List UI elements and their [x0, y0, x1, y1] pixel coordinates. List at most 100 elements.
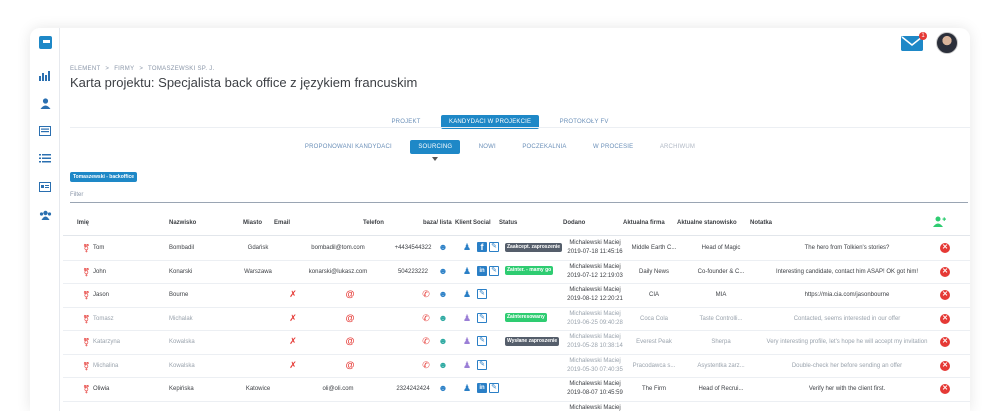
chart-icon[interactable]: [38, 70, 52, 82]
client-user-icon[interactable]: ♟: [459, 355, 475, 378]
first-name[interactable]: Michalina: [93, 355, 163, 378]
column-header[interactable]: Miasto: [243, 220, 262, 226]
subtab-poczekalnia[interactable]: POCZEKALNIA: [514, 140, 574, 154]
note[interactable]: [759, 402, 935, 411]
edit-icon[interactable]: ✎: [477, 359, 487, 370]
column-header[interactable]: Klient: [455, 220, 472, 226]
breadcrumb-item[interactable]: ELEMENT: [70, 66, 100, 72]
first-name[interactable]: Katarzyna: [93, 331, 163, 354]
table-row[interactable]: ⚧ John Konarski Warszawa konarski@lukasz…: [63, 261, 970, 284]
edit-icon[interactable]: ✎: [477, 336, 487, 347]
phone[interactable]: 504223222: [383, 261, 443, 284]
column-header[interactable]: Telefon: [363, 220, 384, 226]
database-user-icon[interactable]: ☻: [435, 331, 451, 354]
column-header[interactable]: Aktualne stanowisko: [677, 220, 737, 226]
delete-icon[interactable]: ✕: [940, 290, 950, 300]
client-user-icon[interactable]: ♟: [459, 331, 475, 354]
no-email-icon[interactable]: @: [335, 355, 365, 378]
user-avatar[interactable]: [936, 32, 958, 54]
delete-icon[interactable]: ✕: [940, 384, 950, 394]
last-name[interactable]: [169, 402, 239, 411]
no-email-icon[interactable]: @: [335, 284, 365, 307]
table-row[interactable]: ⚧ Michalina Kowalska ✗ @ ✆ ☻ ♟ ✎ Michale…: [63, 355, 970, 378]
client-user-icon[interactable]: ♟: [459, 308, 475, 331]
database-user-icon[interactable]: ☻: [435, 308, 451, 331]
edit-icon[interactable]: ✎: [489, 242, 499, 253]
subtab-nowi[interactable]: NOWI: [471, 140, 504, 154]
table-row[interactable]: ⚧ Tom Bombadil Gdańsk bombadil@tom.com +…: [63, 237, 970, 261]
database-user-icon[interactable]: ☻: [435, 378, 451, 401]
linkedin-icon[interactable]: in: [477, 265, 487, 276]
first-name[interactable]: [93, 402, 163, 411]
linkedin-icon[interactable]: in: [477, 383, 487, 394]
add-candidate-icon[interactable]: [933, 216, 947, 228]
delete-icon[interactable]: ✕: [940, 266, 950, 277]
status-badge[interactable]: Zaakcept. zaproszenie: [505, 242, 563, 252]
last-name[interactable]: Michalak: [169, 308, 239, 331]
status-badge[interactable]: Wysłane zaproszenie: [505, 336, 560, 346]
first-name[interactable]: Tom: [93, 237, 163, 260]
last-name[interactable]: Bombadil: [169, 237, 239, 260]
id-card-icon[interactable]: [38, 182, 52, 194]
subtab-sourcing[interactable]: SOURCING: [410, 140, 461, 161]
note[interactable]: https://mia.cia.com/jasonbourne: [759, 284, 935, 307]
edit-icon[interactable]: ✎: [489, 265, 499, 276]
note[interactable]: The hero from Tolkien's stories?: [759, 237, 935, 260]
phone[interactable]: 2324242424: [383, 378, 443, 401]
first-name[interactable]: John: [93, 261, 163, 284]
first-name[interactable]: Jason: [93, 284, 163, 307]
client-user-icon[interactable]: ♟: [459, 237, 475, 260]
delete-icon[interactable]: ✕: [940, 243, 950, 253]
status-badge[interactable]: Zainteresowany: [505, 313, 547, 323]
no-email-icon[interactable]: @: [335, 331, 365, 354]
project-tag[interactable]: Tomaszewski - backoffice: [70, 172, 138, 182]
column-header[interactable]: Notatka: [750, 220, 772, 226]
note[interactable]: Contacted, seems interested in our offer: [759, 308, 935, 331]
delete-icon[interactable]: ✕: [940, 313, 950, 324]
breadcrumb-item[interactable]: FIRMY: [114, 66, 134, 72]
database-user-icon[interactable]: ☻: [435, 261, 451, 284]
table-row[interactable]: ⚧ Tomasz Michalak ✗ @ ✆ ☻ ♟ ✎ Zaintereso…: [63, 308, 970, 331]
email[interactable]: oli@oli.com: [298, 378, 378, 401]
breadcrumb-item[interactable]: TOMASZEWSKI SP. J.: [148, 66, 215, 72]
user-icon[interactable]: [38, 98, 52, 110]
table-row[interactable]: ⚧ Katarzyna Kowalska ✗ @ ✆ ☻ ♟ ✎ Wysłane…: [63, 331, 970, 355]
database-user-icon[interactable]: ☻: [435, 284, 451, 307]
list-icon[interactable]: [38, 153, 52, 165]
subtab-archiwum[interactable]: ARCHIWUM: [652, 140, 703, 154]
last-name[interactable]: Konarski: [169, 261, 239, 284]
no-email-icon[interactable]: @: [335, 308, 365, 331]
status-badge[interactable]: Zainter. - mamy go: [505, 266, 554, 276]
first-name[interactable]: Oliwia: [93, 378, 163, 401]
last-name[interactable]: Kowalska: [169, 355, 239, 378]
first-name[interactable]: Tomasz: [93, 308, 163, 331]
email[interactable]: [298, 402, 378, 411]
edit-icon[interactable]: ✎: [477, 312, 487, 323]
group-icon[interactable]: [38, 210, 52, 222]
subtab-w-procesie[interactable]: W PROCESIE: [585, 140, 641, 154]
column-header[interactable]: Email: [274, 220, 290, 226]
client-user-icon[interactable]: ♟: [459, 378, 475, 401]
client-user-icon[interactable]: ♟: [459, 284, 475, 307]
client-user-icon[interactable]: ♟: [459, 261, 475, 284]
column-header[interactable]: baza/ lista: [423, 220, 452, 226]
edit-icon[interactable]: ✎: [477, 289, 487, 300]
last-name[interactable]: Bourne: [169, 284, 239, 307]
database-user-icon[interactable]: ☻: [435, 237, 451, 260]
note[interactable]: Interesting candidate, contact him ASAP!…: [759, 261, 935, 284]
column-header[interactable]: Aktualna firma: [623, 220, 665, 226]
last-name[interactable]: Kowalska: [169, 331, 239, 354]
note[interactable]: Verify her with the client first.: [759, 378, 935, 401]
subtab-proponowani[interactable]: PROPONOWANI KANDYDACI: [297, 140, 400, 154]
table-row[interactable]: ⚧ Oliwia Kepińska Katowice oli@oli.com 2…: [63, 378, 970, 402]
table-row[interactable]: ⚧ Jason Bourne ✗ @ ✆ ☻ ♟ ✎ Michalewski M…: [63, 284, 970, 308]
last-name[interactable]: Kepińska: [169, 378, 239, 401]
email[interactable]: bombadil@tom.com: [298, 237, 378, 260]
filter-input[interactable]: Filter: [70, 189, 968, 203]
app-logo[interactable]: [39, 36, 52, 49]
phone[interactable]: +4434544322: [383, 237, 443, 260]
column-header[interactable]: Social: [473, 220, 491, 226]
delete-icon[interactable]: ✕: [940, 337, 950, 347]
delete-icon[interactable]: ✕: [940, 360, 950, 371]
phone[interactable]: [383, 402, 443, 411]
